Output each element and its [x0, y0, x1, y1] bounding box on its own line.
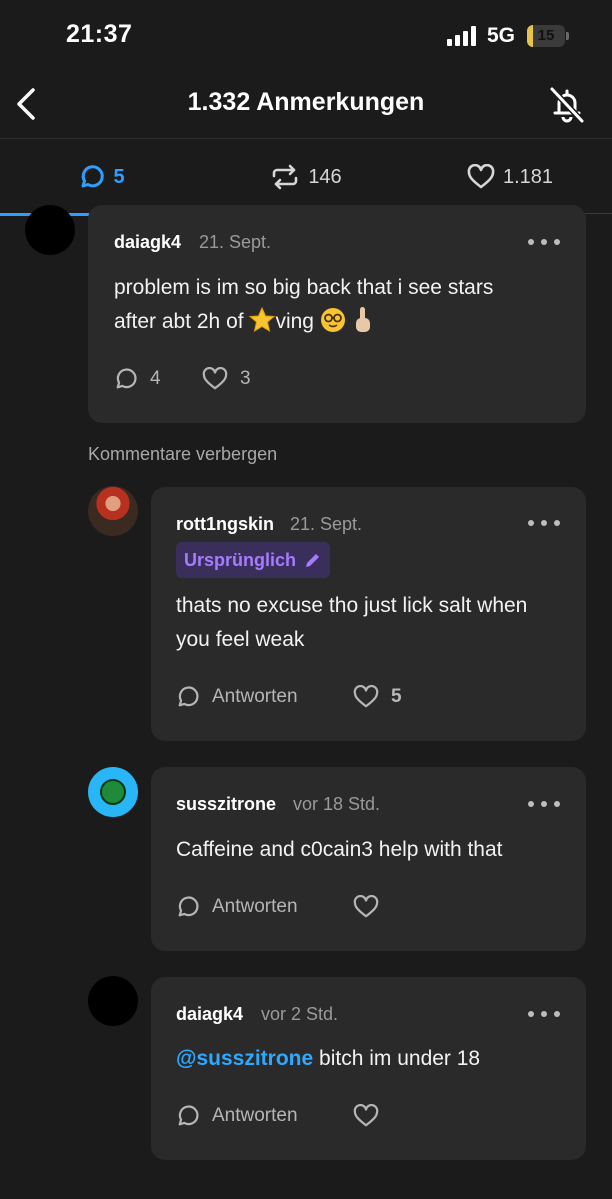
badge-label: Ursprünglich [184, 549, 297, 570]
comment-card: susszitrone vor 18 Std. Caffeine and c0c… [151, 767, 586, 951]
avatar[interactable] [88, 486, 138, 536]
battery-icon: 15 [527, 25, 569, 47]
comment-username[interactable]: daiagk4 [114, 232, 181, 253]
reply-button[interactable]: Antworten [176, 895, 298, 919]
comment-text-line: after abt 2h of ving [114, 305, 574, 339]
status-time: 21:37 [66, 20, 133, 48]
user-mention-link[interactable]: @susszitrone [176, 1047, 313, 1070]
more-options-button[interactable] [528, 233, 560, 251]
comment-time: vor 2 Std. [261, 1004, 339, 1024]
repost-icon [273, 164, 298, 190]
tab-likes[interactable]: 1.181 [408, 139, 612, 215]
speech-bubble-icon [178, 1105, 199, 1126]
comment-text-part: bitch im under 18 [313, 1047, 481, 1070]
comment-text-part: after abt 2h of [114, 310, 250, 333]
comment-username[interactable]: rott1ngskin [176, 514, 274, 535]
ellipsis-icon [528, 520, 534, 526]
like-count: 3 [240, 368, 251, 389]
like-button[interactable] [353, 1104, 379, 1128]
like-button[interactable]: 5 [353, 685, 402, 709]
like-count: 5 [391, 686, 402, 707]
reply-label: Antworten [212, 686, 298, 707]
comment-text: @susszitrone bitch im under 18 [176, 1042, 576, 1076]
avatar[interactable] [25, 205, 75, 255]
reply-label: Antworten [212, 1105, 298, 1126]
tab-replies[interactable]: 5 [0, 139, 204, 216]
more-options-button[interactable] [528, 795, 560, 813]
speech-bubble-icon [178, 896, 199, 917]
heart-icon [353, 1104, 379, 1127]
comment-username[interactable]: daiagk4 [176, 1004, 243, 1025]
heart-icon [353, 685, 379, 708]
original-poster-badge: Ursprünglich [176, 542, 331, 578]
more-options-button[interactable] [528, 1005, 560, 1023]
like-button[interactable]: 3 [202, 367, 251, 391]
reply-count: 4 [150, 368, 161, 389]
comment-text: thats no excuse tho just lick salt when … [176, 594, 528, 651]
header: 1.332 Anmerkungen [0, 70, 612, 138]
ellipsis-icon [528, 1011, 534, 1017]
ellipsis-icon [528, 801, 534, 807]
pencil-icon [306, 554, 320, 567]
nerd-face-emoji-icon [320, 308, 345, 332]
reply-button[interactable]: Antworten [176, 685, 298, 709]
tab-reblogs-count: 146 [308, 165, 342, 188]
tab-replies-count: 5 [113, 165, 125, 188]
comment-card: daiagk4 21. Sept. problem is im so big b… [88, 205, 586, 423]
bell-off-icon [549, 86, 585, 124]
cellular-signal-icon [447, 26, 476, 46]
speech-bubble-icon [178, 686, 199, 707]
heart-icon [202, 367, 228, 390]
star-emoji-icon [249, 306, 276, 333]
reply-label: Antworten [212, 896, 298, 917]
speech-bubble-icon [116, 368, 137, 389]
status-bar: 21:37 5G 15 [0, 0, 612, 70]
comment-text: problem is im so big back that i see sta… [114, 271, 574, 339]
battery-level: 15 [537, 27, 555, 44]
avatar[interactable] [88, 767, 138, 817]
comment-text: Caffeine and c0cain3 help with that [176, 838, 503, 861]
heart-icon [467, 164, 495, 189]
speech-bubble-icon [81, 165, 105, 188]
avatar[interactable] [88, 976, 138, 1026]
network-type: 5G [487, 24, 516, 47]
pointing-up-emoji-icon [355, 307, 370, 332]
notes-tabs: 5 146 1.181 [0, 138, 612, 216]
mute-notifications-button[interactable] [544, 82, 590, 128]
tab-reblogs[interactable]: 146 [204, 139, 408, 215]
comment-time: 21. Sept. [290, 514, 363, 534]
hide-comments-link[interactable]: Kommentare verbergen [88, 444, 277, 465]
comment-card: rott1ngskin 21. Sept. Ursprünglich thats… [151, 487, 586, 741]
tab-likes-count: 1.181 [502, 165, 554, 188]
more-options-button[interactable] [528, 514, 560, 532]
comment-time: vor 18 Std. [293, 794, 381, 814]
ellipsis-icon [528, 239, 534, 245]
like-button[interactable] [353, 895, 379, 919]
heart-icon [353, 895, 379, 918]
reply-button[interactable]: Antworten [176, 1104, 298, 1128]
page-title: 1.332 Anmerkungen [187, 88, 425, 116]
reply-count-button[interactable]: 4 [114, 367, 161, 391]
comment-text-line: problem is im so big back that i see sta… [114, 276, 494, 299]
comment-text-part: ving [275, 310, 320, 333]
comment-username[interactable]: susszitrone [176, 794, 276, 815]
comment-time: 21. Sept. [199, 232, 272, 252]
comment-card: daiagk4 vor 2 Std. @susszitrone bitch im… [151, 977, 586, 1160]
